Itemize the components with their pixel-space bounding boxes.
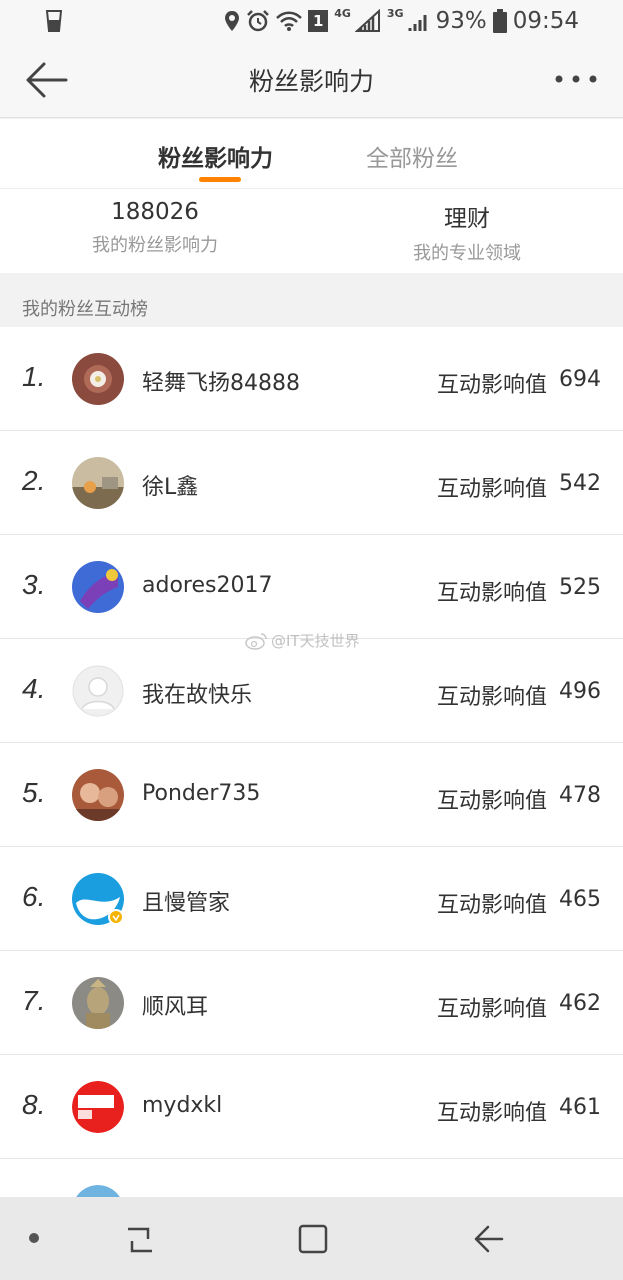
influence-value: 188026	[111, 199, 199, 225]
list-item[interactable]: 4. 我在故快乐 互动影响值 496	[0, 639, 623, 743]
fan-ranking-list: 1. 轻舞飞扬84888 互动影响值 694 2. 徐L鑫 互动影响值 542 …	[0, 327, 623, 1197]
metric-label: 互动影响值	[436, 477, 547, 502]
influence-stat: 188026 我的粉丝影响力	[5, 199, 305, 257]
metric-value: 462	[559, 991, 601, 1016]
list-item[interactable]: 5. Ponder735 互动影响值 478	[0, 743, 623, 847]
status-bar: 1 4G 3G 93% 09:54	[0, 0, 623, 42]
rank-number: 2.	[22, 465, 46, 496]
metric-label: 互动影响值	[436, 893, 547, 918]
metric-label: 互动影响值	[436, 581, 547, 606]
metric-value: 542	[559, 471, 601, 496]
network-type-2: 3G	[386, 6, 404, 20]
rank-number: 6.	[22, 881, 46, 912]
avatar[interactable]	[72, 1081, 124, 1133]
rank-number: 5.	[22, 777, 46, 808]
metric-label: 互动影响值	[436, 685, 547, 710]
username[interactable]: mydxkl	[142, 1093, 222, 1118]
section-title: 我的粉丝互动榜	[22, 299, 148, 320]
metric-label: 互动影响值	[436, 373, 547, 398]
username[interactable]: adores2017	[142, 573, 272, 598]
metric-value: 461	[559, 1095, 601, 1120]
avatar[interactable]	[72, 1185, 124, 1197]
influence-label: 我的粉丝影响力	[92, 235, 218, 256]
tab-bar: 粉丝影响力 全部粉丝	[0, 119, 623, 189]
active-tab-indicator	[199, 177, 241, 182]
list-item[interactable]: 7. 顺风耳 互动影响值 462	[0, 951, 623, 1055]
interaction-metric: 互动影响值 525	[437, 575, 601, 607]
interaction-metric: 互动影响值 461	[437, 1095, 601, 1127]
interaction-metric: 互动影响值 462	[437, 991, 601, 1023]
username[interactable]: 徐L鑫	[142, 469, 198, 501]
domain-value: 理财	[444, 206, 490, 232]
battery-icon	[492, 9, 507, 33]
avatar[interactable]	[72, 873, 124, 925]
battery-percent: 93%	[435, 8, 487, 34]
rank-number: 3.	[22, 569, 46, 600]
rank-number: 8.	[22, 1089, 46, 1120]
location-icon	[225, 11, 240, 31]
page-title: 粉丝影响力	[248, 67, 374, 96]
list-item[interactable]: 8. mydxkl 互动影响值 461	[0, 1055, 623, 1159]
alarm-icon	[247, 10, 270, 32]
clock: 09:54	[512, 8, 579, 34]
metric-value: 465	[559, 887, 601, 912]
interaction-metric: 互动影响值 694	[437, 367, 601, 399]
nav-dot-icon[interactable]	[29, 1233, 39, 1243]
list-item-partial[interactable]	[0, 1159, 623, 1197]
metric-value: 478	[559, 783, 601, 808]
list-item[interactable]: 6. 且慢管家 互动影响值 465	[0, 847, 623, 951]
tab-fan-influence[interactable]: 粉丝影响力	[158, 139, 273, 173]
recent-apps-icon[interactable]	[124, 1225, 156, 1255]
avatar[interactable]	[72, 353, 124, 405]
domain-stat: 理财 我的专业领域	[317, 199, 617, 265]
rank-number: 7.	[22, 985, 46, 1016]
sim-badge: 1	[308, 10, 329, 32]
metric-value: 525	[559, 575, 601, 600]
list-item[interactable]: 2. 徐L鑫 互动影响值 542	[0, 431, 623, 535]
weibo-logo-icon	[245, 632, 267, 650]
metric-label: 互动影响值	[436, 997, 547, 1022]
avatar[interactable]	[72, 977, 124, 1029]
section-header: 我的粉丝互动榜	[0, 273, 623, 327]
tab-all-fans[interactable]: 全部粉丝	[366, 139, 458, 173]
top-bar: 粉丝影响力	[0, 42, 623, 118]
avatar[interactable]	[72, 561, 124, 613]
network-type-1: 4G	[334, 6, 351, 20]
metric-label: 互动影响值	[436, 1101, 547, 1126]
wifi-icon	[276, 11, 303, 31]
back-icon[interactable]	[472, 1224, 506, 1254]
status-icons: 1 4G 3G 93% 09:54	[224, 6, 579, 36]
avatar[interactable]	[72, 457, 124, 509]
list-item[interactable]: 1. 轻舞飞扬84888 互动影响值 694	[0, 327, 623, 431]
rank-number: 4.	[22, 673, 46, 704]
watermark-text: @IT天技世界	[271, 632, 360, 650]
list-item[interactable]: 3. adores2017 互动影响值 525	[0, 535, 623, 639]
username[interactable]: 顺风耳	[142, 989, 208, 1021]
avatar[interactable]	[72, 665, 124, 717]
interaction-metric: 互动影响值 478	[437, 783, 601, 815]
interaction-metric: 互动影响值 496	[437, 679, 601, 711]
username[interactable]: 我在故快乐	[142, 677, 252, 709]
cup-icon	[46, 10, 62, 32]
interaction-metric: 互动影响值 542	[437, 471, 601, 503]
username[interactable]: 且慢管家	[142, 885, 230, 917]
more-dots-icon[interactable]	[551, 64, 601, 94]
interaction-metric: 互动影响值 465	[437, 887, 601, 919]
system-nav-bar	[0, 1197, 623, 1280]
avatar[interactable]	[72, 769, 124, 821]
signal-icon	[354, 9, 380, 32]
rank-number: 1.	[22, 361, 46, 392]
influence-summary: 188026 我的粉丝影响力 理财 我的专业领域	[0, 189, 623, 273]
domain-label: 我的专业领域	[413, 243, 521, 264]
metric-value: 694	[559, 367, 601, 392]
username[interactable]: Ponder735	[142, 781, 260, 806]
metric-value: 496	[559, 679, 601, 704]
signal-icon-2	[408, 15, 427, 31]
username[interactable]: 轻舞飞扬84888	[142, 365, 300, 397]
metric-label: 互动影响值	[436, 789, 547, 814]
home-icon[interactable]	[297, 1223, 329, 1255]
watermark: @IT天技世界	[245, 630, 360, 651]
